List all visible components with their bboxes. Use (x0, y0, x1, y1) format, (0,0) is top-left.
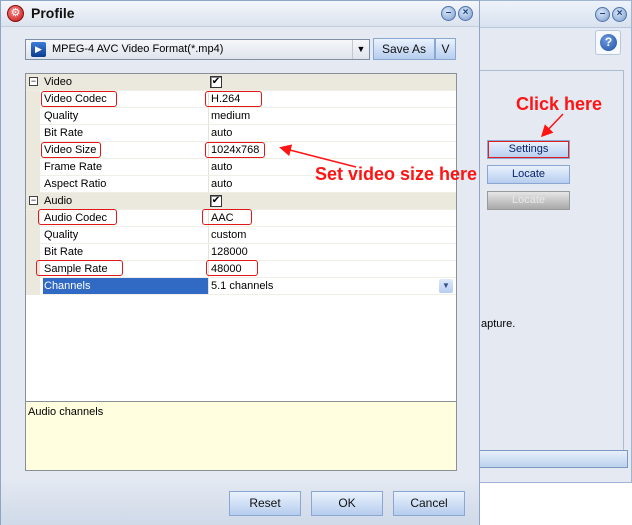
property-row[interactable]: Sample Rate 48000 (26, 261, 456, 278)
locate-button-disabled: Locate (487, 191, 570, 210)
click-here-annotation: Click here (516, 94, 603, 114)
property-label: Aspect Ratio (44, 178, 107, 190)
property-value[interactable]: medium (208, 108, 456, 124)
close-icon[interactable]: × (458, 6, 473, 21)
category-label: Video (44, 76, 72, 88)
collapse-icon[interactable]: − (29, 196, 38, 205)
chevron-down-icon[interactable]: ▼ (352, 40, 369, 59)
property-value: 5.1 channels (211, 280, 274, 292)
ok-button[interactable]: OK (311, 491, 383, 516)
app-gear-icon: ⚙ (7, 5, 24, 22)
category-audio[interactable]: − Audio ✔ (26, 193, 456, 210)
property-label: Channels (43, 278, 208, 294)
reset-button[interactable]: Reset (229, 491, 301, 516)
property-value[interactable]: 48000 (208, 261, 456, 277)
video-enabled-checkbox[interactable]: ✔ (210, 76, 222, 88)
locate-button[interactable]: Locate (487, 165, 570, 184)
format-select[interactable]: ▶ MPEG-4 AVC Video Format(*.mp4) ▼ (25, 39, 370, 60)
collapse-icon[interactable]: − (29, 77, 38, 86)
property-value[interactable]: auto (208, 125, 456, 141)
property-label: Quality (44, 110, 79, 122)
cancel-button[interactable]: Cancel (393, 491, 465, 516)
property-value[interactable]: H.264 (208, 91, 456, 107)
property-row[interactable]: Video Codec H.264 (26, 91, 456, 108)
category-label: Audio (44, 195, 73, 207)
property-label: Quality (44, 229, 79, 241)
minimize-icon[interactable]: – (595, 7, 610, 22)
set-video-size-annotation: Set video size here (315, 164, 478, 184)
property-label: Frame Rate (44, 161, 103, 173)
property-row-selected[interactable]: Channels 5.1 channels ▼ (26, 278, 456, 295)
property-value[interactable]: 128000 (208, 244, 456, 260)
property-label: Video Codec (44, 93, 107, 105)
save-as-button[interactable]: Save As (373, 38, 435, 60)
dialog-title: Profile (31, 5, 75, 21)
dialog-titlebar: ⚙ Profile – × (1, 1, 479, 27)
property-row[interactable]: Audio Codec AAC (26, 210, 456, 227)
format-select-value: MPEG-4 AVC Video Format(*.mp4) (52, 43, 224, 55)
property-label: Audio Codec (44, 212, 107, 224)
property-row[interactable]: Quality medium (26, 108, 456, 125)
property-grid: − Video ✔ Video Codec H.264 Quality medi… (25, 73, 457, 402)
property-label: Video Size (44, 144, 97, 156)
property-row[interactable]: Video Size 1024x768 (26, 142, 456, 159)
category-video[interactable]: − Video ✔ (26, 74, 456, 91)
help-button[interactable]: ? (595, 30, 621, 55)
chevron-down-icon[interactable]: ▼ (439, 279, 453, 293)
property-value[interactable]: custom (208, 227, 456, 243)
minimize-icon[interactable]: – (441, 6, 456, 21)
v-button[interactable]: V (435, 38, 456, 60)
property-row[interactable]: Quality custom (26, 227, 456, 244)
help-icon: ? (600, 34, 617, 51)
audio-enabled-checkbox[interactable]: ✔ (210, 195, 222, 207)
channels-select[interactable]: 5.1 channels ▼ (208, 278, 456, 294)
capture-text: apture. (481, 318, 516, 330)
property-value[interactable]: AAC (208, 210, 456, 226)
property-label: Bit Rate (44, 127, 84, 139)
property-row[interactable]: Bit Rate auto (26, 125, 456, 142)
property-value[interactable]: 1024x768 (208, 142, 456, 158)
property-row[interactable]: Bit Rate 128000 (26, 244, 456, 261)
main-progress-bar (478, 450, 628, 468)
profile-dialog: ⚙ Profile – × ▶ MPEG-4 AVC Video Format(… (0, 0, 480, 525)
description-panel: Audio channels (25, 401, 457, 471)
main-panel (478, 70, 624, 467)
property-label: Sample Rate (44, 263, 108, 275)
video-format-icon: ▶ (31, 42, 46, 57)
settings-button[interactable]: Settings (487, 140, 570, 159)
close-icon[interactable]: × (612, 7, 627, 22)
property-label: Bit Rate (44, 246, 84, 258)
